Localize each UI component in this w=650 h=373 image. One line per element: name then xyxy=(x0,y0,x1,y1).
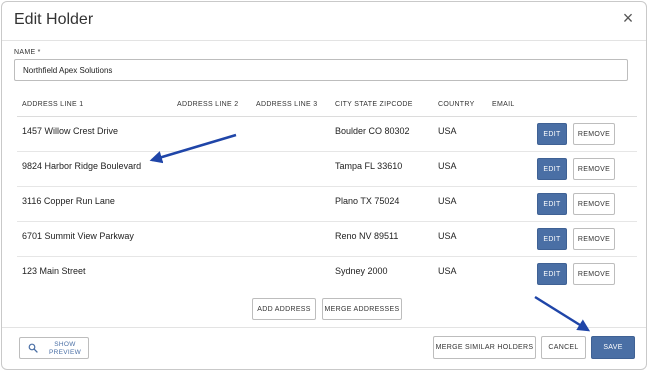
address-line-1: 1457 Willow Crest Drive xyxy=(22,126,119,136)
table-row: 1457 Willow Crest Drive Boulder CO 80302… xyxy=(17,117,637,152)
address-line-1: 9824 Harbor Ridge Boulevard xyxy=(22,161,142,171)
city-state-zipcode: Reno NV 89511 xyxy=(335,231,399,241)
table-row: 9824 Harbor Ridge Boulevard Tampa FL 336… xyxy=(17,152,637,187)
address-line-1: 3116 Copper Run Lane xyxy=(22,196,115,206)
country: USA xyxy=(438,196,457,206)
header-city-state-zipcode: CITY STATE ZIPCODE xyxy=(335,101,413,108)
remove-button[interactable]: REMOVE xyxy=(573,263,615,285)
remove-button[interactable]: REMOVE xyxy=(573,228,615,250)
table-row: 123 Main Street Sydney 2000 USA EDIT REM… xyxy=(17,257,637,291)
city-state-zipcode: Plano TX 75024 xyxy=(335,196,400,206)
country: USA xyxy=(438,126,457,136)
country: USA xyxy=(438,231,457,241)
add-address-button[interactable]: ADD ADDRESS xyxy=(252,298,316,320)
show-preview-label: SHOW PREVIEW xyxy=(44,341,86,357)
merge-addresses-button[interactable]: MERGE ADDRESSES xyxy=(322,298,402,320)
remove-button[interactable]: REMOVE xyxy=(573,158,615,180)
table-row: 6701 Summit View Parkway Reno NV 89511 U… xyxy=(17,222,637,257)
edit-holder-dialog: Edit Holder × NAME * ADDRESS LINE 1 ADDR… xyxy=(1,1,647,370)
search-icon xyxy=(28,343,38,353)
save-button[interactable]: SAVE xyxy=(591,336,635,359)
city-state-zipcode: Tampa FL 33610 xyxy=(335,161,403,171)
country: USA xyxy=(438,161,457,171)
edit-button[interactable]: EDIT xyxy=(537,123,567,145)
show-preview-label-line-1: SHOW xyxy=(54,341,76,348)
dialog-title: Edit Holder xyxy=(14,11,94,28)
edit-button[interactable]: EDIT xyxy=(537,158,567,180)
address-line-1: 123 Main Street xyxy=(22,266,86,276)
cancel-button[interactable]: CANCEL xyxy=(541,336,586,359)
edit-button[interactable]: EDIT xyxy=(537,228,567,250)
country: USA xyxy=(438,266,457,276)
merge-similar-holders-button[interactable]: MERGE SIMILAR HOLDERS xyxy=(433,336,536,359)
table-row: 3116 Copper Run Lane Plano TX 75024 USA … xyxy=(17,187,637,222)
table-header: ADDRESS LINE 1 ADDRESS LINE 2 ADDRESS LI… xyxy=(17,93,637,117)
city-state-zipcode: Boulder CO 80302 xyxy=(335,126,410,136)
header-email: EMAIL xyxy=(492,101,515,108)
dialog-header: Edit Holder × xyxy=(2,2,646,41)
remove-button[interactable]: REMOVE xyxy=(573,193,615,215)
footer-divider xyxy=(2,327,646,328)
close-icon[interactable]: × xyxy=(620,8,636,28)
show-preview-button[interactable]: SHOW PREVIEW xyxy=(19,337,89,359)
name-field-label: NAME * xyxy=(14,49,41,56)
address-table: ADDRESS LINE 1 ADDRESS LINE 2 ADDRESS LI… xyxy=(17,93,637,291)
remove-button[interactable]: REMOVE xyxy=(573,123,615,145)
address-line-1: 6701 Summit View Parkway xyxy=(22,231,134,241)
edit-button[interactable]: EDIT xyxy=(537,263,567,285)
city-state-zipcode: Sydney 2000 xyxy=(335,266,388,276)
name-input[interactable] xyxy=(14,59,628,81)
header-country: COUNTRY xyxy=(438,101,475,108)
header-address-line-1: ADDRESS LINE 1 xyxy=(22,101,84,108)
header-address-line-2: ADDRESS LINE 2 xyxy=(177,101,239,108)
header-address-line-3: ADDRESS LINE 3 xyxy=(256,101,318,108)
show-preview-label-line-2: PREVIEW xyxy=(48,349,82,356)
edit-button[interactable]: EDIT xyxy=(537,193,567,215)
